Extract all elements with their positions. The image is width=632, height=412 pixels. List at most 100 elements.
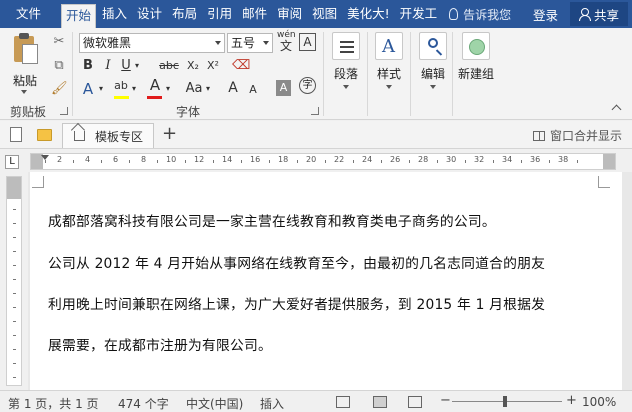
zoom-out-button[interactable]: − xyxy=(440,393,451,408)
ruler-row: L 2 4 6 8 10 12 14 16 18 20 22 24 26 28 30 32 34 36 38 xyxy=(0,150,632,172)
ruler-tick xyxy=(213,160,214,163)
word-count[interactable]: 474 个字 xyxy=(118,395,169,412)
ruler-tick xyxy=(409,160,410,163)
font-size-select[interactable]: 五号 xyxy=(227,33,273,53)
first-line-indent-marker[interactable] xyxy=(41,155,49,160)
font-launcher-icon[interactable] xyxy=(311,107,319,115)
change-case-button[interactable]: Aa xyxy=(183,79,205,99)
share-button[interactable]: 共享 xyxy=(570,2,628,26)
italic-button[interactable]: I xyxy=(102,56,114,76)
tab-beautify[interactable]: 美化大! xyxy=(343,0,394,28)
text-effects-button[interactable]: A xyxy=(80,79,96,99)
zoom-level[interactable]: 100% xyxy=(582,395,616,409)
shrink-font-button[interactable]: A xyxy=(247,80,259,100)
horizontal-ruler[interactable]: 2 4 6 8 10 12 14 16 18 20 22 24 26 28 30 32 34 36 38 xyxy=(30,153,616,170)
paragraph-2-line-2[interactable]: 利用晚上时间兼职在网络上课，为广大爱好者提供服务，到 2015 年 1 月根据发 xyxy=(48,293,545,313)
grow-font-button[interactable]: A xyxy=(226,78,240,98)
subscript-button[interactable]: X₂ xyxy=(184,56,202,76)
new-group-button[interactable]: 新建组 xyxy=(450,32,502,100)
paragraph-1[interactable]: 成都部落窝科技有限公司是一家主营在线教育和教育类电子商务的公司。 xyxy=(48,210,496,230)
home-icon xyxy=(74,131,85,141)
ruler-tick xyxy=(13,209,16,210)
ruler-number: 16 xyxy=(250,155,261,164)
chevron-down-icon[interactable]: ▾ xyxy=(134,56,140,76)
paragraph-2-line-3[interactable]: 展需要，在成都市注册为有限公司。 xyxy=(48,334,272,354)
phonetic-guide-button[interactable]: wén 文 xyxy=(277,31,296,53)
ruler-tick xyxy=(465,160,466,163)
ruler-tick xyxy=(157,160,158,163)
language[interactable]: 中文(中国) xyxy=(186,395,243,412)
merge-windows-label: 窗口合并显示 xyxy=(549,129,622,143)
share-label: 共享 xyxy=(593,7,619,23)
tab-developer[interactable]: 开发工 xyxy=(396,0,442,28)
format-painter-icon[interactable]: 🖌 xyxy=(51,81,68,97)
paste-button[interactable]: 粘贴 xyxy=(8,32,42,94)
zoom-slider-thumb[interactable] xyxy=(503,396,507,407)
ruler-tick xyxy=(129,160,130,163)
zoom-in-button[interactable]: + xyxy=(566,393,577,408)
ribbon: 粘贴 ✂ ⧉ 🖌 剪贴板 微软雅黑 五号 wén 文 A B I U ▾ abc… xyxy=(0,28,632,120)
font-family-select[interactable]: 微软雅黑 xyxy=(79,33,225,53)
collapse-ribbon-icon[interactable] xyxy=(611,104,622,115)
window-icon xyxy=(532,130,545,141)
chevron-down-icon[interactable]: ▾ xyxy=(205,79,211,99)
tab-home[interactable]: 开始 xyxy=(61,4,97,28)
ruler-tick xyxy=(13,335,16,336)
page-count[interactable]: 第 1 页，共 1 页 xyxy=(8,395,99,412)
ruler-tick xyxy=(325,160,326,163)
tell-me-box[interactable]: 告诉我您 xyxy=(449,6,511,23)
phonetic-char: 文 xyxy=(279,39,292,53)
character-border-button[interactable]: A xyxy=(299,33,316,51)
font-color-button[interactable]: A xyxy=(147,75,163,95)
add-tab-button[interactable]: + xyxy=(162,124,177,144)
chevron-down-icon[interactable]: ▾ xyxy=(131,79,137,99)
chevron-down-icon xyxy=(386,85,392,89)
chevron-down-icon[interactable]: ▾ xyxy=(165,79,171,99)
tab-view[interactable]: 视图 xyxy=(308,0,341,28)
login-link[interactable]: 登录 xyxy=(533,5,558,24)
chevron-down-icon[interactable]: ▾ xyxy=(98,79,104,99)
merge-windows-button[interactable]: 窗口合并显示 xyxy=(532,127,622,144)
document-page[interactable]: 成都部落窝科技有限公司是一家主营在线教育和教育类电子商务的公司。 公司从 201… xyxy=(30,172,622,390)
font-group-label: 字体 xyxy=(176,105,201,119)
bold-button[interactable]: B xyxy=(82,56,94,76)
folder-icon[interactable] xyxy=(37,129,52,141)
tab-layout[interactable]: 布局 xyxy=(168,0,201,28)
right-margin xyxy=(603,154,615,169)
ruler-tick xyxy=(437,160,438,163)
clear-formatting-icon[interactable]: ⌫ xyxy=(232,58,250,74)
tab-review[interactable]: 审阅 xyxy=(273,0,306,28)
read-mode-icon[interactable] xyxy=(336,396,350,408)
underline-button[interactable]: U xyxy=(120,56,132,76)
paste-dropdown-icon xyxy=(21,90,27,94)
tab-insert[interactable]: 插入 xyxy=(98,0,131,28)
clipboard-launcher-icon[interactable] xyxy=(60,107,68,115)
enclose-characters-button[interactable]: 字 xyxy=(299,77,316,94)
insert-mode[interactable]: 插入 xyxy=(260,395,284,412)
highlight-button[interactable]: ab xyxy=(113,76,129,96)
paragraph-2-line-1[interactable]: 公司从 2012 年 4 月开始从事网络在线教育至今，由最初的几名志同道合的朋友 xyxy=(48,252,545,272)
ruler-tick xyxy=(13,293,16,294)
tab-file[interactable]: 文件 xyxy=(0,0,53,28)
tab-references[interactable]: 引用 xyxy=(203,0,236,28)
ruler-number: 38 xyxy=(558,155,569,164)
character-shading-button[interactable]: A xyxy=(276,80,291,96)
vertical-ruler[interactable] xyxy=(6,176,22,386)
strikethrough-button[interactable]: abc xyxy=(157,56,181,76)
new-document-icon[interactable] xyxy=(10,127,22,142)
ruler-tick xyxy=(13,349,16,350)
cut-icon[interactable]: ✂ xyxy=(51,34,67,50)
zoom-slider[interactable] xyxy=(452,401,562,402)
ruler-number: 22 xyxy=(334,155,345,164)
superscript-button[interactable]: X² xyxy=(204,56,222,76)
template-tab-label: 模板专区 xyxy=(95,130,144,144)
tab-mailings[interactable]: 邮件 xyxy=(238,0,271,28)
copy-icon[interactable]: ⧉ xyxy=(51,58,67,74)
tab-template-zone[interactable]: 模板专区 xyxy=(62,123,154,148)
tell-me-label: 告诉我您 xyxy=(463,7,512,22)
print-layout-icon[interactable] xyxy=(373,396,387,408)
tab-design[interactable]: 设计 xyxy=(133,0,166,28)
tab-selector[interactable]: L xyxy=(5,155,19,169)
web-layout-icon[interactable] xyxy=(408,396,422,408)
ruler-tick xyxy=(73,160,74,163)
